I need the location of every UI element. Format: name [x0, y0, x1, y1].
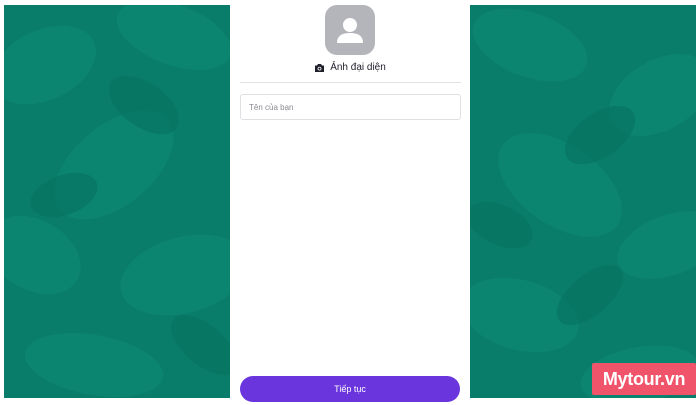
screen: Ảnh đại diện Tiếp tục Mytour.vn — [0, 0, 700, 405]
name-input[interactable] — [240, 94, 461, 120]
avatar-placeholder[interactable] — [325, 5, 375, 55]
avatar-label: Ảnh đại diện — [330, 62, 386, 73]
watermark-text: Mytour.vn — [602, 368, 686, 389]
leaf-pattern-left — [4, 5, 230, 397]
leaf-background-right — [470, 5, 696, 398]
user-placeholder-icon — [337, 18, 363, 43]
camera-icon — [315, 64, 325, 72]
change-avatar-link[interactable]: Ảnh đại diện — [231, 61, 469, 75]
watermark-logo: Mytour.vn — [592, 363, 696, 395]
leaf-pattern-right — [470, 8, 696, 398]
divider — [240, 82, 461, 83]
profile-setup-screen: Ảnh đại diện Tiếp tục — [231, 0, 469, 405]
leaf-background-left — [4, 5, 230, 398]
continue-button[interactable]: Tiếp tục — [240, 376, 460, 402]
